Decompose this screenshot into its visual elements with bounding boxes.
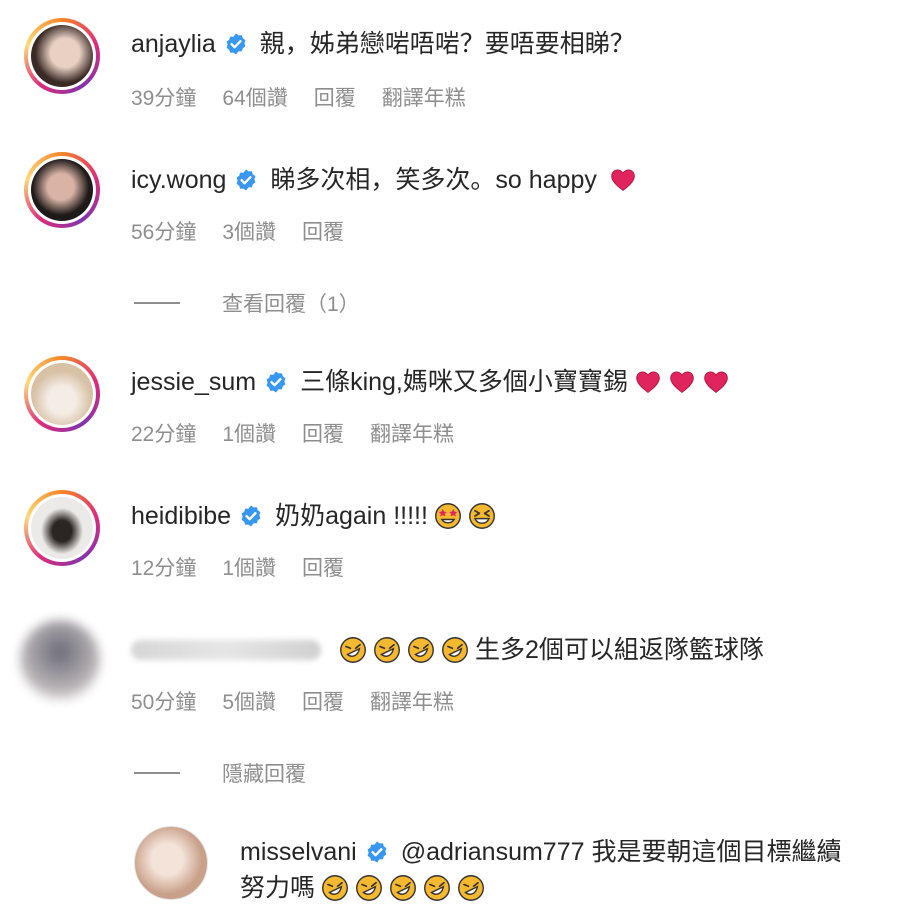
red-heart-icon — [702, 368, 730, 396]
rofl-emoji-icon — [373, 636, 401, 664]
avatar[interactable] — [134, 826, 208, 900]
view-replies-label: 查看回覆（1） — [222, 293, 360, 316]
view-replies-button[interactable]: 查看回覆（1） — [134, 288, 360, 318]
reply-button[interactable]: 回覆 — [302, 216, 344, 246]
divider-line — [134, 302, 180, 304]
squinting-laugh-emoji-icon — [468, 502, 496, 530]
comment-text: 奶奶again !!!!! — [275, 502, 428, 530]
star-struck-emoji-icon — [434, 502, 462, 530]
comment-time: 22分鐘 — [131, 423, 197, 446]
rofl-emoji-icon — [355, 874, 383, 902]
username[interactable]: misselvani — [240, 836, 357, 868]
verified-badge-icon — [224, 32, 248, 56]
rofl-emoji-icon — [423, 874, 451, 902]
likes-count[interactable]: 1個讚 — [222, 418, 276, 448]
comment-text: 睇多次相，笑多次。so happy — [270, 166, 597, 194]
rofl-emoji-icon — [457, 874, 485, 902]
verified-badge-icon — [234, 168, 258, 192]
rofl-emoji-icon — [321, 874, 349, 902]
comment-time: 56分鐘 — [131, 221, 197, 244]
red-heart-icon — [609, 166, 637, 194]
likes-count[interactable]: 1個讚 — [222, 552, 276, 582]
reply-button[interactable]: 回覆 — [302, 552, 344, 582]
comment-time: 50分鐘 — [131, 691, 197, 714]
avatar[interactable] — [24, 18, 100, 94]
avatar[interactable] — [24, 490, 100, 566]
likes-count[interactable]: 64個讚 — [222, 82, 287, 112]
comment-text: 生多2個可以組返隊籃球隊 — [475, 636, 764, 664]
username[interactable]: anjaylia — [131, 28, 216, 60]
verified-badge-icon — [264, 370, 288, 394]
username[interactable]: jessie_sum — [131, 366, 256, 398]
translate-button[interactable]: 翻譯年糕 — [370, 418, 454, 448]
red-heart-icon — [668, 368, 696, 396]
likes-count[interactable]: 3個讚 — [222, 216, 276, 246]
red-heart-icon — [634, 368, 662, 396]
translate-button[interactable]: 翻譯年糕 — [370, 686, 454, 716]
avatar[interactable] — [24, 356, 100, 432]
avatar[interactable] — [20, 620, 100, 700]
hide-replies-button[interactable]: 隱藏回覆 — [134, 758, 306, 788]
hide-replies-label: 隱藏回覆 — [222, 763, 306, 786]
username[interactable]: heidibibe — [131, 500, 231, 532]
comment-time: 39分鐘 — [131, 87, 197, 110]
divider-line — [134, 772, 180, 774]
blurred-username[interactable] — [131, 640, 321, 660]
reply-button[interactable]: 回覆 — [302, 418, 344, 448]
username[interactable]: icy.wong — [131, 164, 226, 196]
translate-button[interactable]: 翻譯年糕 — [382, 82, 466, 112]
reply-button[interactable]: 回覆 — [302, 686, 344, 716]
comment-text: 三條king,媽咪又多個小寶寶錫 — [300, 368, 628, 396]
rofl-emoji-icon — [339, 636, 367, 664]
reply-text-line2: 努力嗎 — [240, 874, 316, 902]
reply-text-line1: @adriansum777 我是要朝這個目標繼續 — [400, 838, 842, 866]
verified-badge-icon — [365, 840, 389, 864]
avatar[interactable] — [24, 152, 100, 228]
comment-time: 12分鐘 — [131, 557, 197, 580]
comment-text: 親，姊弟戀啱唔啱？要唔要相睇？ — [259, 30, 635, 58]
rofl-emoji-icon — [441, 636, 469, 664]
rofl-emoji-icon — [407, 636, 435, 664]
verified-badge-icon — [239, 504, 263, 528]
rofl-emoji-icon — [389, 874, 417, 902]
reply-button[interactable]: 回覆 — [314, 82, 356, 112]
likes-count[interactable]: 5個讚 — [222, 686, 276, 716]
